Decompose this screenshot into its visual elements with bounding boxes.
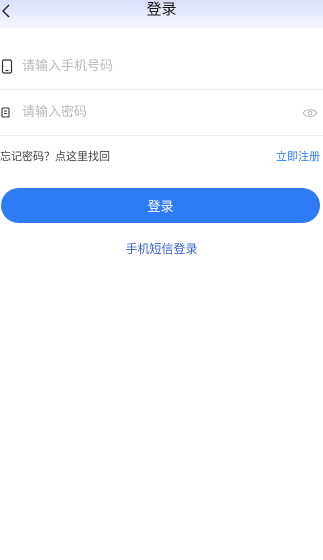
page-title: 登录 bbox=[146, 0, 177, 18]
eye-icon[interactable] bbox=[299, 102, 321, 124]
register-link[interactable]: 立即注册 bbox=[276, 148, 323, 164]
links-row: 忘记密码？点这里找回 立即注册 bbox=[0, 146, 323, 166]
phone-icon bbox=[0, 56, 22, 78]
phone-field-row bbox=[0, 44, 323, 90]
login-page: 登录 忘记密码？点这里找回 立即注册 登 bbox=[0, 0, 323, 560]
lock-icon bbox=[0, 102, 22, 124]
password-field-row bbox=[0, 90, 323, 136]
forgot-password-link[interactable]: 忘记密码？点这里找回 bbox=[0, 148, 110, 164]
login-button[interactable]: 登录 bbox=[1, 188, 320, 223]
password-input[interactable] bbox=[22, 90, 299, 135]
sms-login-link[interactable]: 手机短信登录 bbox=[0, 240, 323, 260]
phone-input[interactable] bbox=[22, 44, 323, 89]
header-bar: 登录 bbox=[0, 0, 323, 28]
